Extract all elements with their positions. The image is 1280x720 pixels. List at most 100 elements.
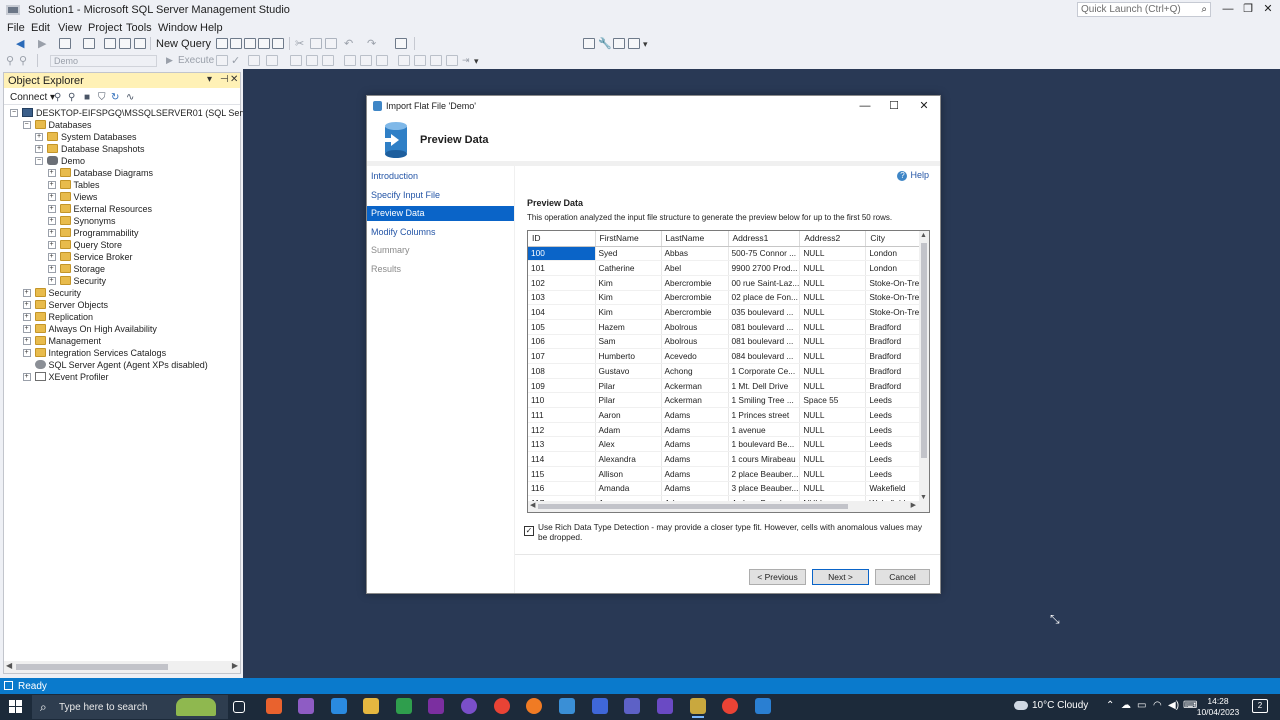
table-cell[interactable]: Allison — [595, 466, 662, 482]
expand-icon[interactable]: + — [22, 373, 31, 381]
include-plan-icon[interactable] — [290, 55, 302, 66]
connect-plug-icon[interactable]: ⚲ — [54, 92, 61, 103]
connect-button[interactable]: Connect ▾ — [10, 92, 55, 103]
table-cell[interactable]: Bradford — [865, 363, 928, 379]
scroll-thumb[interactable] — [538, 504, 848, 509]
scroll-up-icon[interactable]: ▲ — [920, 232, 927, 239]
paste-icon[interactable] — [325, 38, 337, 49]
excel-icon[interactable] — [396, 698, 412, 714]
cut-icon[interactable]: ✂ — [295, 38, 304, 50]
grid-hscrollbar[interactable]: ◀ ▶ — [528, 501, 929, 512]
back-icon[interactable]: ◀ — [16, 38, 24, 50]
disconnect-icon[interactable]: ⚲ — [19, 55, 27, 67]
analysis-query-icon[interactable] — [272, 38, 284, 49]
table-cell[interactable]: NULL — [799, 260, 867, 276]
menu-tools[interactable]: Tools — [126, 22, 152, 34]
menu-help[interactable]: Help — [200, 22, 223, 34]
cancel-query-icon[interactable] — [216, 55, 228, 66]
open-file-icon[interactable] — [104, 38, 116, 49]
table-cell[interactable]: Aaron — [595, 407, 662, 423]
refresh-icon[interactable]: ↻ — [111, 92, 119, 103]
add-item-icon[interactable] — [83, 38, 95, 49]
expand-icon[interactable]: + — [22, 325, 31, 333]
table-cell[interactable]: 2 place Beauber... — [728, 466, 801, 482]
new-query-button[interactable]: New Query — [156, 38, 211, 50]
chevron-up-icon[interactable]: ⌃ — [1106, 700, 1114, 711]
table-row[interactable]: 110 Pilar Ackerman 1 Smiling Tree ... Space … — [528, 392, 928, 409]
close-icon[interactable]: ✕ — [230, 74, 238, 85]
table-cell[interactable]: Ackerman — [661, 378, 729, 394]
filter-icon[interactable]: ⛉ — [98, 92, 106, 103]
chevron-down-icon[interactable]: ▾ — [474, 55, 479, 67]
scroll-right-icon[interactable]: ▶ — [232, 661, 238, 670]
disconnect-icon[interactable]: ⚲ — [68, 92, 75, 103]
restore-icon[interactable]: ❐ — [1238, 2, 1258, 17]
scroll-right-icon[interactable]: ▶ — [911, 501, 916, 509]
table-cell[interactable]: 116 — [528, 481, 596, 497]
column-header[interactable]: City — [865, 231, 928, 247]
table-cell[interactable]: 084 boulevard ... — [728, 348, 801, 364]
file-explorer-icon[interactable] — [363, 698, 379, 714]
taskbar-search-box[interactable]: ⌕ Type here to search — [32, 695, 228, 719]
undo-icon[interactable]: ↶ — [344, 38, 353, 50]
rich-detection-checkbox[interactable]: ✓ — [524, 526, 534, 536]
table-cell[interactable]: NULL — [799, 481, 867, 497]
table-cell[interactable]: 1 avenue — [728, 422, 801, 438]
weather-widget[interactable]: 10°C Cloudy — [1014, 700, 1088, 711]
table-cell[interactable]: NULL — [799, 334, 867, 350]
table-cell[interactable]: 00 rue Saint-Laz... — [728, 275, 801, 291]
specify-values-icon[interactable]: ⇥ — [462, 54, 470, 66]
volume-icon[interactable]: ◀) — [1168, 700, 1179, 711]
table-cell[interactable]: 108 — [528, 363, 596, 379]
results-text-icon[interactable] — [344, 55, 356, 66]
table-cell[interactable]: NULL — [799, 378, 867, 394]
help-link[interactable]: ? Help — [897, 170, 929, 181]
table-cell[interactable]: Abercrombie — [661, 290, 729, 306]
table-cell[interactable]: Adams — [661, 422, 729, 438]
table-cell[interactable]: 111 — [528, 407, 596, 423]
table-cell[interactable]: Abolrous — [661, 319, 729, 335]
table-cell[interactable]: 1 boulevard Be... — [728, 436, 801, 453]
table-cell[interactable]: 1 Corporate Ce... — [728, 363, 801, 379]
table-row[interactable]: 106 Sam Abolrous 081 boulevard ... NULL Bradf… — [528, 334, 928, 350]
expand-icon[interactable]: + — [47, 169, 56, 177]
table-row[interactable]: 107 Humberto Acevedo 084 boulevard ... NULL B… — [528, 348, 928, 364]
table-row[interactable]: 115 Allison Adams 2 place Beauber... NULL Lee… — [528, 466, 928, 482]
nav-item[interactable]: Introduction — [367, 169, 514, 184]
table-cell[interactable]: 102 — [528, 275, 596, 291]
network-icon[interactable]: ▭ — [1137, 700, 1146, 711]
table-cell[interactable]: Achong — [661, 363, 729, 379]
table-cell[interactable]: Leeds — [865, 392, 928, 409]
table-cell[interactable]: NULL — [799, 466, 867, 482]
minimize-icon[interactable]: — — [856, 99, 874, 113]
query-designer-icon[interactable] — [266, 55, 278, 66]
taskbar-clock[interactable]: 14:28 10/04/2023 — [1196, 696, 1240, 718]
dax-query-icon[interactable] — [258, 38, 270, 49]
table-cell[interactable]: Abercrombie — [661, 304, 729, 320]
table-cell[interactable]: 106 — [528, 334, 596, 350]
wifi-icon[interactable]: ◠ — [1153, 700, 1162, 711]
app-icon-13[interactable] — [657, 698, 673, 714]
column-header[interactable]: LastName — [661, 231, 729, 247]
table-cell[interactable]: NULL — [799, 451, 867, 467]
visual-studio-icon[interactable] — [298, 698, 314, 714]
table-row[interactable]: 108 Gustavo Achong 1 Corporate Ce... NULL Bra… — [528, 363, 928, 379]
table-row[interactable]: 104 Kim Abercrombie 035 boulevard ... NULL St… — [528, 304, 928, 320]
vs-code-icon[interactable] — [331, 698, 347, 714]
wrench-icon[interactable]: 🔧 — [598, 38, 612, 50]
table-cell[interactable]: 500-75 Connor ... — [728, 246, 801, 262]
next-button[interactable]: Next > — [812, 569, 869, 585]
column-header[interactable]: FirstName — [595, 231, 662, 247]
table-cell[interactable]: Leeds — [865, 422, 928, 438]
table-cell[interactable]: 02 place de Fon... — [728, 290, 801, 306]
onedrive-icon[interactable]: ☁ — [1121, 700, 1131, 711]
table-cell[interactable]: 1 Princes street — [728, 407, 801, 423]
cancel-button[interactable]: Cancel — [875, 569, 930, 585]
table-cell[interactable]: 109 — [528, 378, 596, 394]
copy-icon[interactable] — [310, 38, 322, 49]
table-row[interactable]: 113 Alex Adams 1 boulevard Be... NULL Leeds — [528, 436, 928, 453]
table-cell[interactable]: Gustavo — [595, 363, 662, 379]
expand-icon[interactable]: + — [47, 265, 56, 273]
table-cell[interactable]: Stoke-On-Trent — [865, 290, 928, 306]
table-cell[interactable]: Adams — [661, 451, 729, 467]
